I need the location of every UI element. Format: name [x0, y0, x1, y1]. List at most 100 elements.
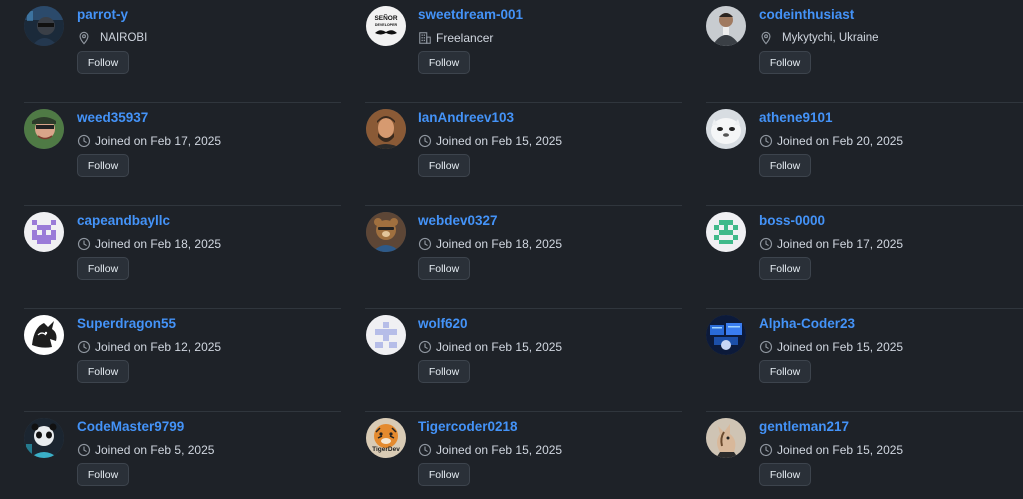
location-icon	[759, 31, 773, 45]
username-link[interactable]: weed35937	[77, 110, 148, 125]
join-date-text: Joined on Feb 15, 2025	[436, 134, 563, 148]
svg-text:SEÑOR: SEÑOR	[374, 13, 397, 22]
user-location: NAIROBI	[77, 30, 147, 46]
join-date: Joined on Feb 15, 2025	[418, 442, 562, 458]
join-date-text: Joined on Feb 12, 2025	[95, 340, 222, 354]
user-card: boss-0000 Joined on Feb 17, 2025 Follow	[682, 206, 1023, 309]
organization-icon	[418, 31, 432, 45]
follow-button[interactable]: Follow	[759, 154, 811, 177]
avatar-image	[706, 212, 746, 252]
join-date-text: Joined on Feb 18, 2025	[95, 237, 222, 251]
join-date-text: Joined on Feb 15, 2025	[777, 443, 904, 457]
user-card: gentleman217 Joined on Feb 15, 2025 Foll…	[682, 412, 1023, 499]
clock-icon	[418, 340, 432, 354]
join-date: Joined on Feb 17, 2025	[77, 133, 221, 149]
join-date: Joined on Feb 15, 2025	[418, 339, 562, 355]
follow-button[interactable]: Follow	[418, 51, 470, 74]
avatar-image	[706, 418, 746, 458]
username-link[interactable]: codeinthusiast	[759, 7, 854, 22]
user-card: capeandbayllc Joined on Feb 18, 2025 Fol…	[0, 206, 341, 309]
follow-button[interactable]: Follow	[418, 463, 470, 486]
avatar-image	[24, 418, 64, 458]
clock-icon	[759, 340, 773, 354]
join-date: Joined on Feb 18, 2025	[418, 236, 562, 252]
clock-icon	[77, 443, 91, 457]
username-link[interactable]: sweetdream-001	[418, 7, 523, 22]
follow-button[interactable]: Follow	[77, 51, 129, 74]
avatar[interactable]	[706, 418, 746, 458]
avatar-image	[366, 315, 406, 355]
username-link[interactable]: athene9101	[759, 110, 833, 125]
username-link[interactable]: Alpha-Coder23	[759, 316, 855, 331]
follow-button[interactable]: Follow	[759, 257, 811, 280]
follow-button[interactable]: Follow	[759, 360, 811, 383]
clock-icon	[77, 134, 91, 148]
avatar-image	[706, 315, 746, 355]
location-text: NAIROBI	[100, 32, 148, 44]
follow-button[interactable]: Follow	[759, 463, 811, 486]
clock-icon	[418, 237, 432, 251]
avatar[interactable]	[366, 212, 406, 252]
follow-button[interactable]: Follow	[418, 257, 470, 280]
avatar[interactable]	[24, 6, 64, 46]
avatar[interactable]	[706, 6, 746, 46]
location-icon	[77, 31, 91, 45]
user-card: codeinthusiast Mykytychi, Ukraine Follow	[682, 0, 1023, 103]
avatar-image	[24, 6, 64, 46]
username-link[interactable]: wolf620	[418, 316, 468, 331]
join-date: Joined on Feb 18, 2025	[77, 236, 221, 252]
avatar-image	[24, 109, 64, 149]
avatar-image: TigerDev	[366, 418, 406, 458]
clock-icon	[759, 443, 773, 457]
follow-button[interactable]: Follow	[77, 257, 129, 280]
join-date-text: Joined on Feb 18, 2025	[436, 237, 563, 251]
follow-button[interactable]: Follow	[77, 463, 129, 486]
user-card: Superdragon55 Joined on Feb 12, 2025 Fol…	[0, 309, 341, 412]
username-link[interactable]: IanAndreev103	[418, 110, 514, 125]
avatar-image	[24, 315, 64, 355]
username-link[interactable]: Tigercoder0218	[418, 419, 518, 434]
username-link[interactable]: Superdragon55	[77, 316, 176, 331]
join-date: Joined on Feb 15, 2025	[759, 339, 903, 355]
avatar[interactable]	[24, 418, 64, 458]
username-link[interactable]: CodeMaster9799	[77, 419, 184, 434]
join-date-text: Joined on Feb 20, 2025	[777, 134, 904, 148]
avatar[interactable]	[706, 212, 746, 252]
join-date-text: Joined on Feb 15, 2025	[436, 443, 563, 457]
svg-text:TigerDev: TigerDev	[372, 446, 400, 453]
username-link[interactable]: parrot-y	[77, 7, 128, 22]
user-card: SEÑOR DEVELOPER sweetdream-001 Freelance…	[341, 0, 682, 103]
avatar[interactable]	[706, 315, 746, 355]
user-card: parrot-y NAIROBI Follow	[0, 0, 341, 103]
follow-button[interactable]: Follow	[418, 154, 470, 177]
join-date-text: Joined on Feb 15, 2025	[777, 340, 904, 354]
clock-icon	[418, 443, 432, 457]
join-date: Joined on Feb 15, 2025	[759, 442, 903, 458]
user-card: CodeMaster9799 Joined on Feb 5, 2025 Fol…	[0, 412, 341, 499]
avatar-image	[706, 6, 746, 46]
avatar-image	[366, 109, 406, 149]
avatar[interactable]	[366, 109, 406, 149]
avatar-image	[24, 212, 64, 252]
user-location: Mykytychi, Ukraine	[759, 30, 879, 46]
avatar[interactable]	[24, 212, 64, 252]
avatar[interactable]	[24, 109, 64, 149]
avatar-image	[706, 109, 746, 149]
avatar[interactable]	[706, 109, 746, 149]
username-link[interactable]: capeandbayllc	[77, 213, 170, 228]
username-link[interactable]: webdev0327	[418, 213, 498, 228]
avatar[interactable]	[24, 315, 64, 355]
avatar[interactable]: TigerDev	[366, 418, 406, 458]
join-date-text: Joined on Feb 15, 2025	[436, 340, 563, 354]
follow-button[interactable]: Follow	[418, 360, 470, 383]
follow-button[interactable]: Follow	[759, 51, 811, 74]
username-link[interactable]: boss-0000	[759, 213, 825, 228]
follow-button[interactable]: Follow	[77, 360, 129, 383]
avatar[interactable]: SEÑOR DEVELOPER	[366, 6, 406, 46]
user-grid: parrot-y NAIROBI Follow SEÑOR DEVELOPER …	[0, 0, 1023, 499]
follow-button[interactable]: Follow	[77, 154, 129, 177]
avatar-image	[366, 212, 406, 252]
avatar[interactable]	[366, 315, 406, 355]
username-link[interactable]: gentleman217	[759, 419, 849, 434]
join-date: Joined on Feb 5, 2025	[77, 442, 214, 458]
